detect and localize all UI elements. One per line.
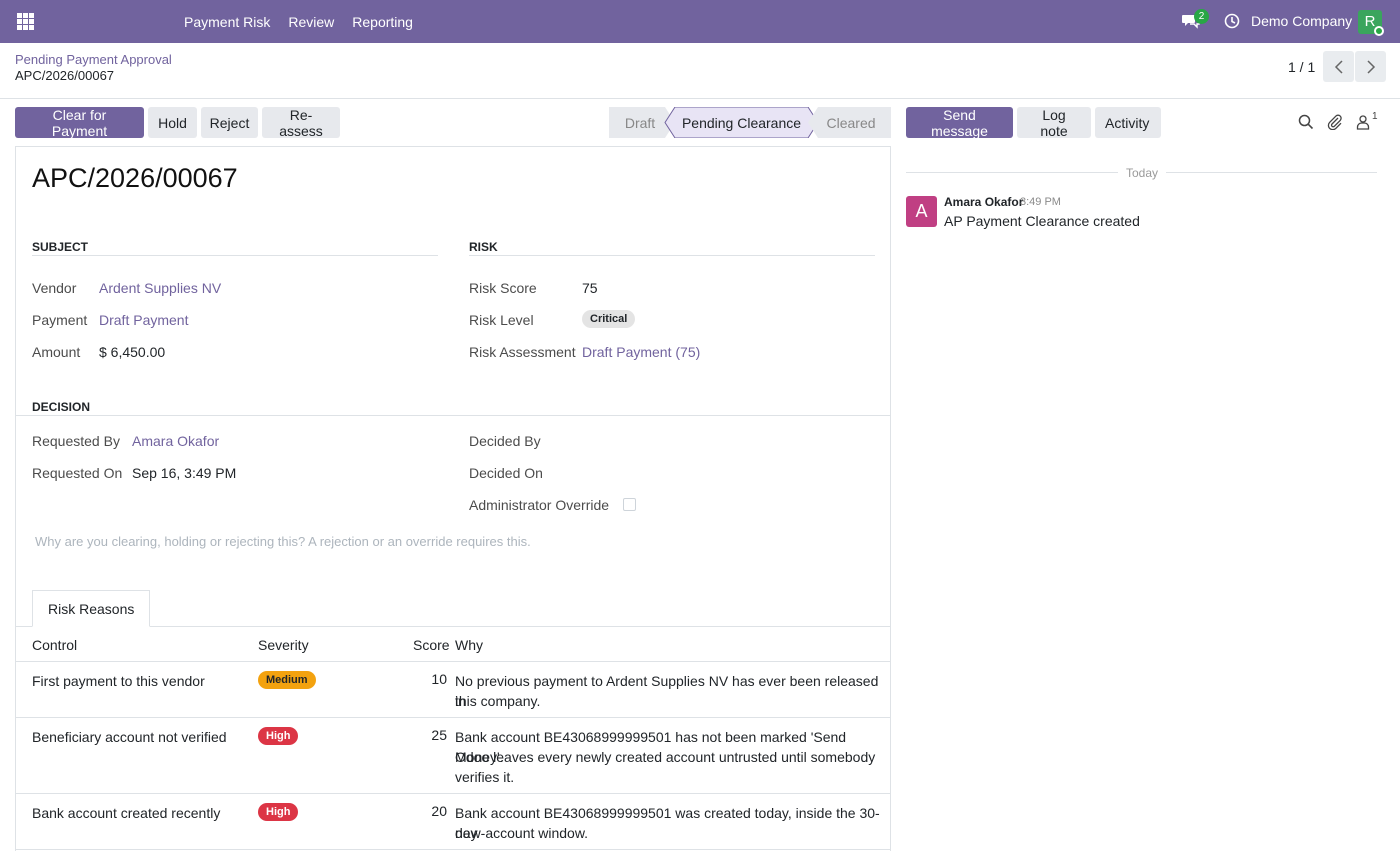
date-separator: Today — [906, 166, 1377, 180]
risk-score-label: Risk Score — [469, 280, 537, 296]
message-time: 3:49 PM — [1020, 196, 1061, 208]
requested-by-link[interactable]: Amara Okafor — [132, 433, 219, 449]
requested-on-label: Requested On — [32, 465, 123, 481]
top-navbar: Payment Risk Review Reporting 2 Demo Com… — [0, 0, 1400, 43]
row-why-line-2: this company. — [455, 693, 541, 709]
row-control: First payment to this vendor — [32, 673, 205, 689]
severity-badge: Medium — [258, 671, 316, 689]
column-header-control[interactable]: Control — [32, 637, 77, 653]
decided-on-label: Decided On — [469, 465, 543, 481]
requested-by-label: Requested By — [32, 433, 120, 449]
menu-reporting[interactable]: Reporting — [352, 14, 413, 30]
status-step-cleared[interactable]: Cleared — [818, 107, 884, 138]
avatar[interactable]: A — [906, 196, 937, 227]
apps-grid-icon[interactable] — [17, 13, 34, 30]
row-score: 10 — [431, 671, 447, 687]
company-switcher[interactable]: Demo Company — [1251, 13, 1352, 29]
row-why-line-2: new-account window. — [455, 825, 589, 841]
pager-previous-button[interactable] — [1323, 51, 1354, 82]
amount-value: $ 6,450.00 — [99, 344, 166, 360]
header-divider — [16, 661, 890, 662]
subject-divider — [32, 255, 438, 256]
pager-value[interactable]: 1 / 1 — [1288, 59, 1315, 75]
search-icon[interactable] — [1298, 114, 1314, 130]
status-step-pending-clearance[interactable]: Pending Clearance — [675, 107, 808, 138]
risk-group-title: RISK — [469, 240, 498, 254]
column-header-severity[interactable]: Severity — [258, 637, 309, 653]
form-sheet: APC/2026/00067 SUBJECT Vendor Ardent Sup… — [15, 146, 891, 851]
severity-badge: High — [258, 727, 299, 745]
date-separator-label: Today — [1126, 166, 1159, 180]
requested-on-value: Sep 16, 3:49 PM — [132, 465, 237, 481]
control-panel: Pending Payment Approval APC/2026/00067 … — [0, 43, 1400, 99]
row-divider — [16, 717, 890, 718]
row-divider — [16, 793, 890, 794]
administrator-override-checkbox[interactable] — [623, 498, 636, 511]
row-control: Bank account created recently — [32, 805, 221, 821]
vendor-label: Vendor — [32, 280, 77, 296]
row-score: 25 — [431, 727, 447, 743]
row-why-line-2: Odoo leaves every newly created account … — [455, 749, 876, 765]
breadcrumb-parent[interactable]: Pending Payment Approval — [15, 52, 172, 67]
log-note-button[interactable]: Log note — [1017, 107, 1091, 139]
risk-level-label: Risk Level — [469, 312, 534, 328]
clock-icon[interactable] — [1224, 13, 1240, 29]
amount-label: Amount — [32, 344, 81, 360]
decision-divider — [16, 415, 890, 416]
message-author[interactable]: Amara Okafor — [944, 195, 1023, 209]
breadcrumb-current: APC/2026/00067 — [15, 68, 115, 83]
vendor-link[interactable]: Ardent Supplies NV — [99, 280, 221, 296]
record-title: APC/2026/00067 — [32, 163, 238, 193]
risk-divider — [469, 255, 875, 256]
row-score: 20 — [431, 803, 447, 819]
column-header-score[interactable]: Score — [413, 637, 450, 653]
row-why-line-3: verifies it. — [455, 769, 515, 785]
chevron-right-icon — [1366, 59, 1375, 74]
follower-count: 1 — [1372, 111, 1378, 122]
risk-score-value: 75 — [582, 280, 598, 296]
send-message-button[interactable]: Send message — [906, 107, 1013, 139]
online-status-dot — [1374, 26, 1384, 36]
payment-label: Payment — [32, 312, 88, 328]
status-step-draft[interactable]: Draft — [609, 107, 671, 138]
row-divider — [16, 849, 890, 850]
subject-group-title: SUBJECT — [32, 240, 89, 254]
risk-assessment-link[interactable]: Draft Payment (75) — [582, 344, 700, 360]
chat-count-badge: 2 — [1194, 9, 1209, 24]
menu-review[interactable]: Review — [288, 14, 334, 30]
column-header-why[interactable]: Why — [455, 637, 483, 653]
row-control: Beneficiary account not verified — [32, 729, 227, 745]
decision-group-title: DECISION — [32, 400, 91, 414]
pager-next-button[interactable] — [1355, 51, 1386, 82]
severity-badge: High — [258, 803, 299, 821]
menu-payment-risk[interactable]: Payment Risk — [184, 14, 270, 30]
risk-assessment-label: Risk Assessment — [469, 344, 576, 360]
message-body: AP Payment Clearance created — [944, 213, 1140, 229]
activity-button[interactable]: Activity — [1095, 107, 1161, 138]
reassess-button[interactable]: Re-assess — [262, 107, 340, 139]
payment-link[interactable]: Draft Payment — [99, 312, 188, 328]
reject-button[interactable]: Reject — [201, 107, 258, 138]
tab-risk-reasons[interactable]: Risk Reasons — [32, 590, 151, 627]
hold-button[interactable]: Hold — [148, 107, 197, 138]
decided-by-label: Decided By — [469, 433, 541, 449]
chevron-left-icon — [1334, 59, 1343, 74]
administrator-override-label: Administrator Override — [469, 497, 610, 513]
paperclip-icon[interactable] — [1327, 114, 1343, 130]
followers-icon[interactable] — [1356, 114, 1372, 130]
clear-for-payment-button[interactable]: Clear for Payment — [15, 107, 144, 139]
decision-note-field[interactable]: Why are you clearing, holding or rejecti… — [35, 534, 531, 549]
main-menu: Payment Risk Review Reporting — [184, 0, 431, 43]
risk-level-badge: Critical — [582, 310, 636, 328]
